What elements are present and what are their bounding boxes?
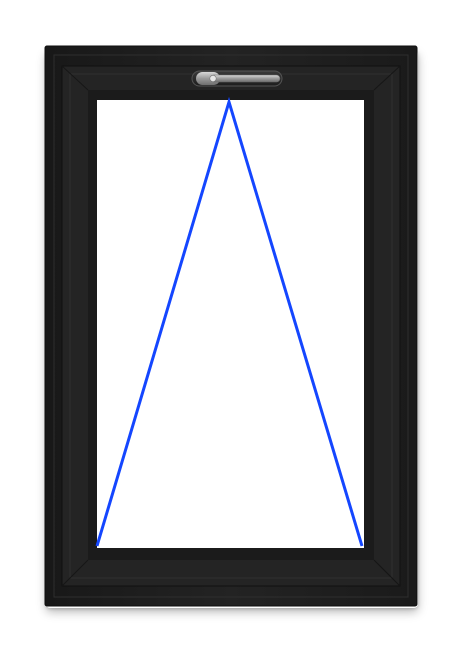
window-handle-icon: [191, 70, 283, 87]
glass-pane: [97, 100, 364, 548]
window-drawing: [44, 45, 418, 607]
window-diagram: [0, 0, 460, 650]
